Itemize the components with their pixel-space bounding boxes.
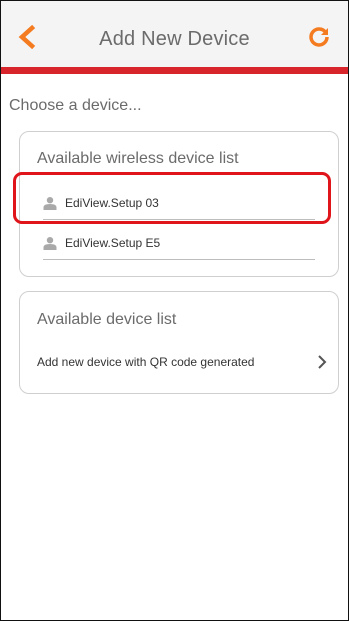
row-divider (43, 219, 315, 220)
chevron-left-icon (18, 24, 36, 50)
add-device-qr-item[interactable]: Add new device with QR code generated (20, 342, 338, 386)
refresh-icon (309, 27, 329, 47)
refresh-button[interactable] (307, 25, 331, 49)
app-header: Add New Device (1, 1, 348, 67)
person-icon (43, 237, 57, 250)
header-accent-bar (1, 67, 348, 74)
person-icon (43, 197, 57, 210)
wireless-section-title: Available wireless device list (37, 150, 239, 167)
device-label: EdiView.Setup E5 (65, 236, 161, 250)
device-item-ediview-setup-03[interactable]: EdiView.Setup 03 (43, 188, 315, 220)
app-screen: Add New Device Choose a device... Availa… (0, 0, 349, 621)
device-item-ediview-setup-e5[interactable]: EdiView.Setup E5 (43, 228, 315, 260)
row-divider (43, 259, 315, 260)
choose-device-prompt: Choose a device... (9, 97, 142, 114)
qr-item-label: Add new device with QR code generated (37, 355, 255, 369)
page-title: Add New Device (99, 28, 250, 50)
back-button[interactable] (15, 24, 39, 50)
device-label: EdiView.Setup 03 (65, 196, 159, 210)
device-section-title: Available device list (37, 311, 177, 328)
chevron-right-icon (318, 355, 327, 369)
device-list-card: Available device list Add new device wit… (19, 291, 339, 394)
wireless-device-card: Available wireless device list EdiView.S… (19, 131, 339, 277)
